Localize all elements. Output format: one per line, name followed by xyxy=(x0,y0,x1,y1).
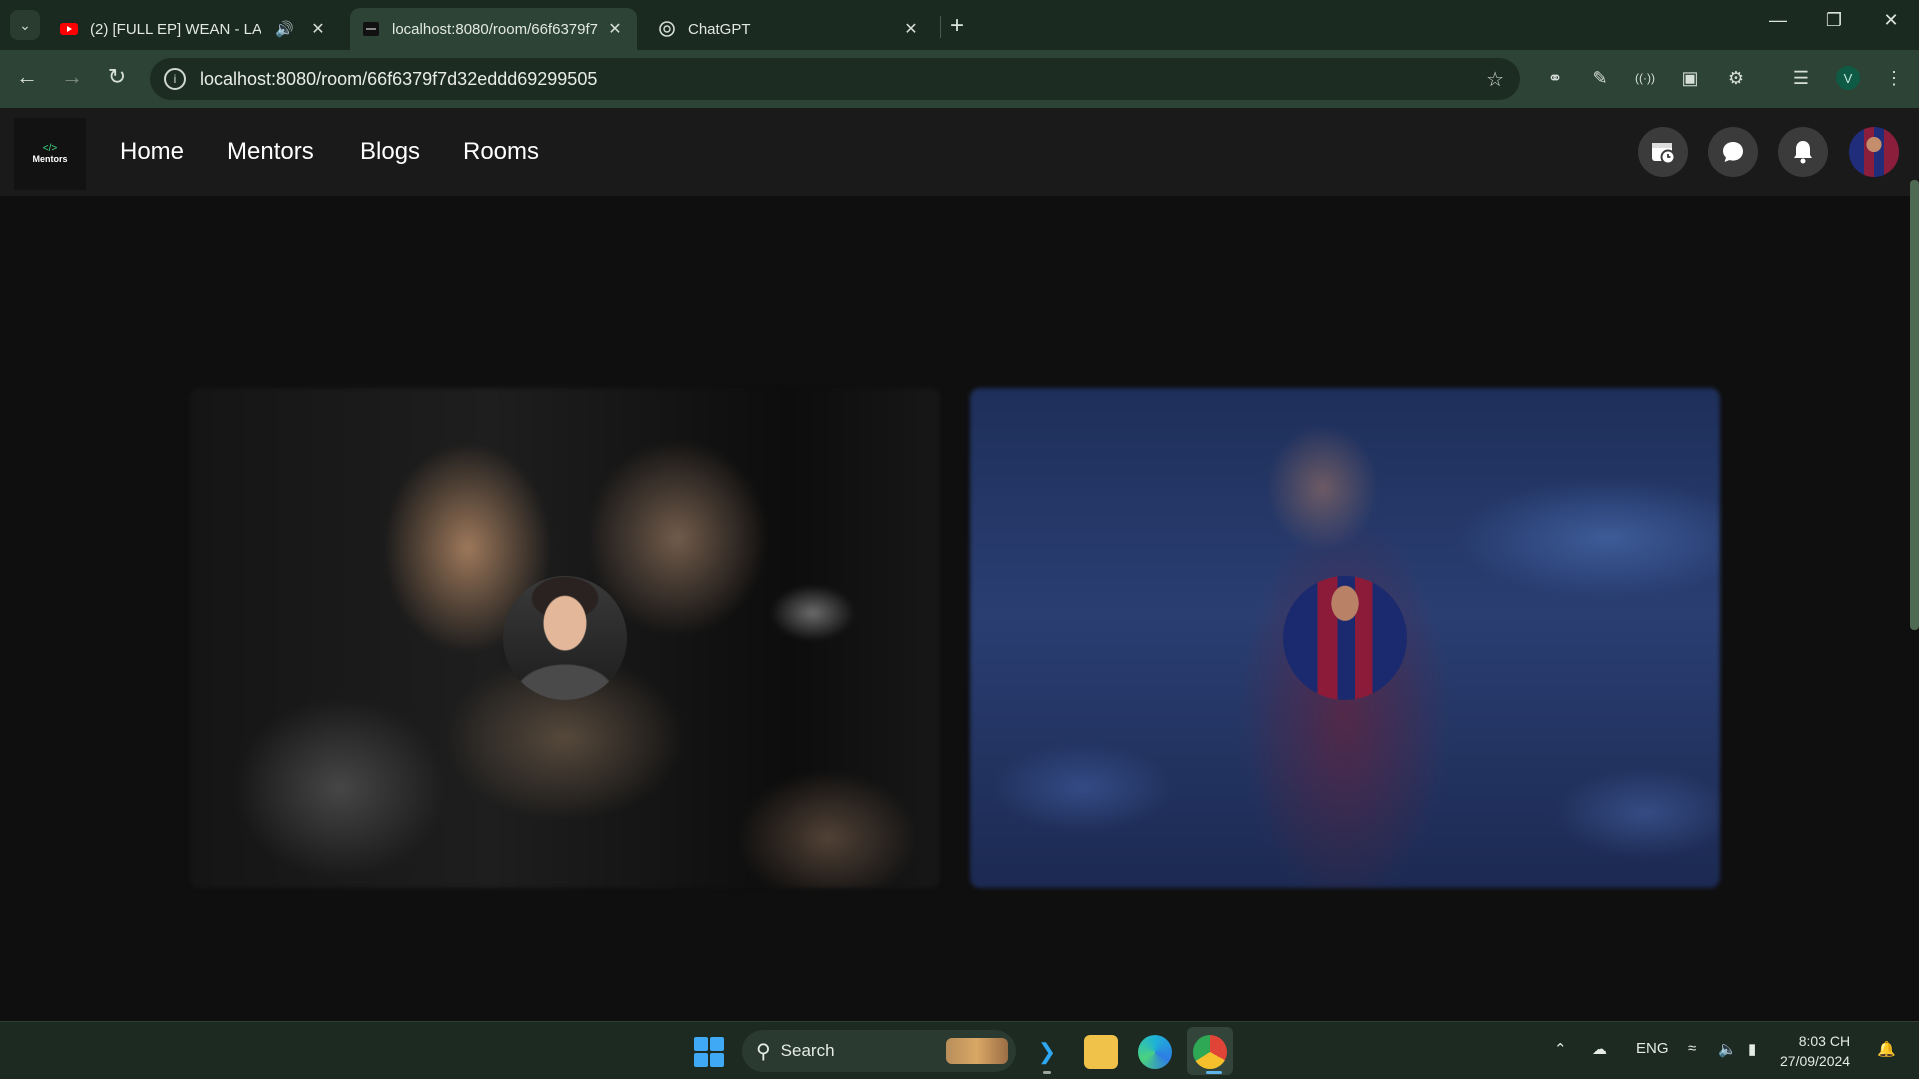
participant-avatar xyxy=(1283,576,1407,700)
onedrive-cloud-icon[interactable]: ☁ xyxy=(1592,1040,1607,1058)
logo-text: Mentors xyxy=(32,154,68,164)
page-scrollbar[interactable] xyxy=(1910,180,1919,630)
new-tab-icon[interactable]: + xyxy=(950,12,964,40)
taskbar-search[interactable]: ⚲ Search xyxy=(742,1030,1016,1072)
windows-start-icon[interactable] xyxy=(694,1037,724,1067)
taskbar-search-label: Search xyxy=(780,1041,835,1060)
nav-rooms[interactable]: Rooms xyxy=(463,138,539,166)
tab-title: (2) [FULL EP] WEAN - LAVIE xyxy=(90,20,261,38)
compass-extension-icon[interactable]: ⚭ xyxy=(1543,66,1567,90)
browser-menu-icon[interactable]: ⋮ xyxy=(1882,66,1906,90)
tab-search-button[interactable]: ⌄ xyxy=(10,10,40,40)
messages-button[interactable] xyxy=(1708,127,1758,177)
audio-playing-icon[interactable]: 🔊 xyxy=(275,20,294,38)
nav-blogs[interactable]: Blogs xyxy=(360,138,420,166)
restore-icon[interactable]: ❐ xyxy=(1819,10,1849,31)
volume-icon[interactable]: 🔈 xyxy=(1718,1040,1737,1058)
clock-time: 8:03 CH xyxy=(1798,1033,1851,1049)
pen-extension-icon[interactable]: ✎ xyxy=(1588,66,1612,90)
running-indicator xyxy=(1043,1071,1051,1074)
chat-icon xyxy=(1723,142,1743,162)
search-highlight-icon xyxy=(946,1038,1008,1064)
bookmark-star-icon[interactable]: ☆ xyxy=(1486,67,1504,92)
show-hidden-icons-icon[interactable]: ⌃ xyxy=(1554,1040,1567,1058)
browser-tab-room[interactable]: localhost:8080/room/66f6379f7 ✕ xyxy=(350,8,637,50)
close-tab-icon[interactable]: ✕ xyxy=(308,19,328,39)
wifi-icon[interactable]: ≈ xyxy=(1688,1040,1696,1057)
file-explorer-icon[interactable] xyxy=(1084,1035,1118,1069)
tab-title: localhost:8080/room/66f6379f7 xyxy=(392,20,598,38)
media-control-icon[interactable]: ☰ xyxy=(1789,66,1813,90)
user-avatar[interactable] xyxy=(1849,127,1899,177)
participant-avatar xyxy=(503,576,627,700)
input-language[interactable]: ENG xyxy=(1636,1040,1669,1057)
reload-icon[interactable]: ↻ xyxy=(104,64,130,90)
app-logo[interactable]: </> Mentors xyxy=(14,118,86,190)
calendar-clock-icon xyxy=(1652,143,1676,165)
clock-date: 27/09/2024 xyxy=(1780,1053,1851,1069)
close-window-icon[interactable]: ✕ xyxy=(1876,10,1906,31)
chatgpt-icon xyxy=(659,21,675,37)
battery-icon[interactable]: ▮ xyxy=(1748,1040,1756,1058)
tab-separator xyxy=(940,16,941,38)
youtube-icon xyxy=(60,23,78,35)
profile-avatar[interactable]: V xyxy=(1836,66,1860,90)
tab-title: ChatGPT xyxy=(688,20,751,38)
site-favicon-icon xyxy=(363,22,379,36)
nav-home[interactable]: Home xyxy=(120,138,184,166)
notifications-button[interactable] xyxy=(1778,127,1828,177)
address-bar[interactable]: i localhost:8080/room/66f6379f7d32eddd69… xyxy=(150,58,1520,100)
cast-extension-icon[interactable]: ▣ xyxy=(1678,66,1702,90)
back-icon[interactable]: ← xyxy=(14,64,40,90)
broadcast-extension-icon[interactable]: ((·)) xyxy=(1633,66,1657,90)
notification-bell-icon[interactable]: 🔔 xyxy=(1877,1040,1896,1058)
edge-icon[interactable] xyxy=(1138,1035,1172,1069)
close-tab-icon[interactable]: ✕ xyxy=(605,19,625,39)
active-indicator xyxy=(1206,1071,1222,1074)
address-url[interactable]: localhost:8080/room/66f6379f7d32eddd6929… xyxy=(200,69,597,90)
close-tab-icon[interactable]: ✕ xyxy=(901,19,921,39)
forward-icon[interactable]: → xyxy=(59,64,85,90)
schedule-button[interactable] xyxy=(1638,127,1688,177)
taskbar-clock[interactable]: 8:03 CH 27/09/2024 xyxy=(1780,1031,1850,1071)
extensions-puzzle-icon[interactable]: ⚙ xyxy=(1724,66,1748,90)
search-icon: ⚲ xyxy=(756,1040,771,1063)
chrome-icon[interactable] xyxy=(1193,1035,1227,1069)
bell-icon xyxy=(1794,141,1812,164)
browser-tab-youtube[interactable]: (2) [FULL EP] WEAN - LAVIE 🔊 ✕ xyxy=(48,8,340,50)
logo-mark-icon: </> xyxy=(42,143,58,154)
vscode-icon[interactable]: ❯ xyxy=(1030,1035,1064,1069)
site-info-icon[interactable]: i xyxy=(164,68,186,90)
browser-tab-chatgpt[interactable]: ChatGPT ✕ xyxy=(646,8,933,50)
minimize-icon[interactable]: — xyxy=(1763,10,1793,31)
nav-mentors[interactable]: Mentors xyxy=(227,138,314,166)
